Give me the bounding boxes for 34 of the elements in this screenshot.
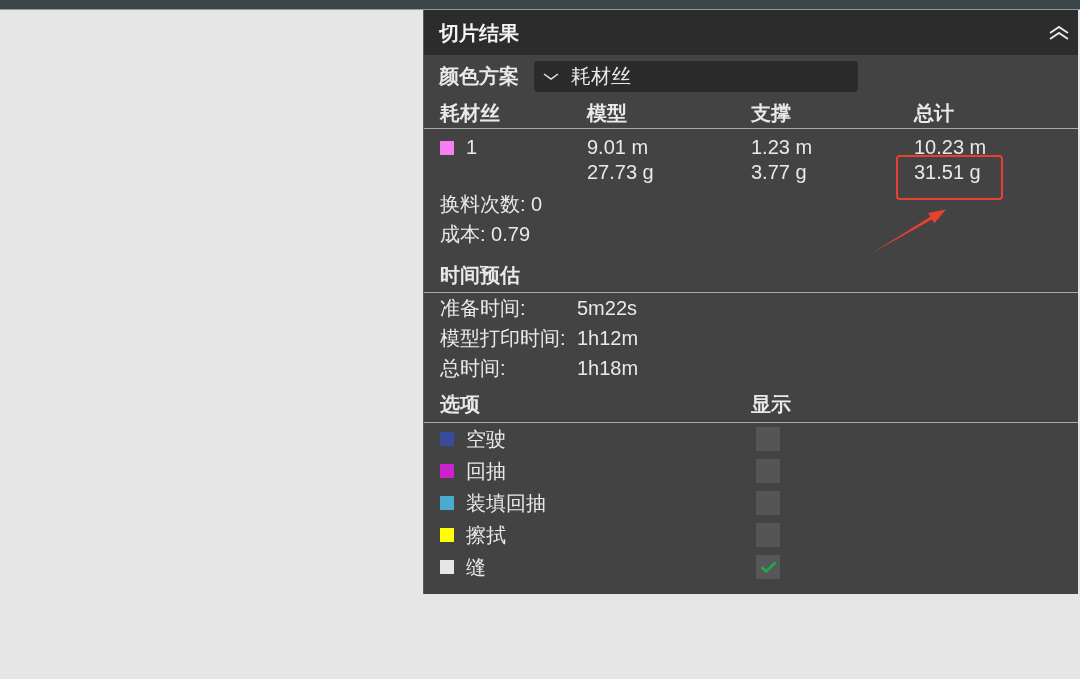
summary-text: 换料次数: 0 bbox=[440, 192, 543, 217]
table-cell: 1 bbox=[466, 135, 478, 160]
table-cell: 9.01 m bbox=[587, 135, 649, 160]
column-header: 总计 bbox=[914, 100, 954, 126]
chevrons-up-icon[interactable] bbox=[1048, 25, 1070, 40]
table-cell: 31.51 g bbox=[914, 160, 981, 185]
dropdown[interactable]: 耗材丝 bbox=[534, 60, 858, 92]
section-title: 时间预估 bbox=[440, 262, 520, 288]
check-icon bbox=[759, 561, 777, 573]
column-header: 选项 bbox=[440, 392, 480, 417]
table-cell: 3.77 g bbox=[751, 160, 807, 185]
column-header: 显示 bbox=[751, 392, 791, 417]
time-label: 总时间: bbox=[440, 356, 506, 381]
table-cell: 1.23 m bbox=[751, 135, 813, 160]
option-label: 装填回抽 bbox=[466, 491, 546, 516]
time-label: 模型打印时间: bbox=[440, 326, 566, 351]
column-header: 支撑 bbox=[751, 100, 791, 126]
summary-text: 成本: 0.79 bbox=[440, 222, 531, 247]
field-label: 颜色方案 bbox=[439, 64, 520, 89]
option-label: 缝 bbox=[466, 555, 486, 580]
checkbox[interactable] bbox=[756, 555, 780, 579]
chevron-down-icon bbox=[543, 72, 559, 80]
column-header: 模型 bbox=[587, 100, 627, 126]
panel-title: 切片结果 bbox=[439, 20, 519, 46]
column-header: 耗材丝 bbox=[440, 100, 500, 126]
time-label: 准备时间: bbox=[440, 296, 526, 321]
option-label: 擦拭 bbox=[466, 523, 506, 548]
option-label: 回抽 bbox=[466, 459, 506, 484]
table-cell: 27.73 g bbox=[587, 160, 654, 185]
time-value: 1h12m bbox=[577, 326, 639, 351]
time-value: 5m22s bbox=[577, 296, 638, 321]
table-cell: 10.23 m bbox=[914, 135, 987, 160]
time-value: 1h18m bbox=[577, 356, 639, 381]
option-label: 空驶 bbox=[466, 427, 506, 452]
